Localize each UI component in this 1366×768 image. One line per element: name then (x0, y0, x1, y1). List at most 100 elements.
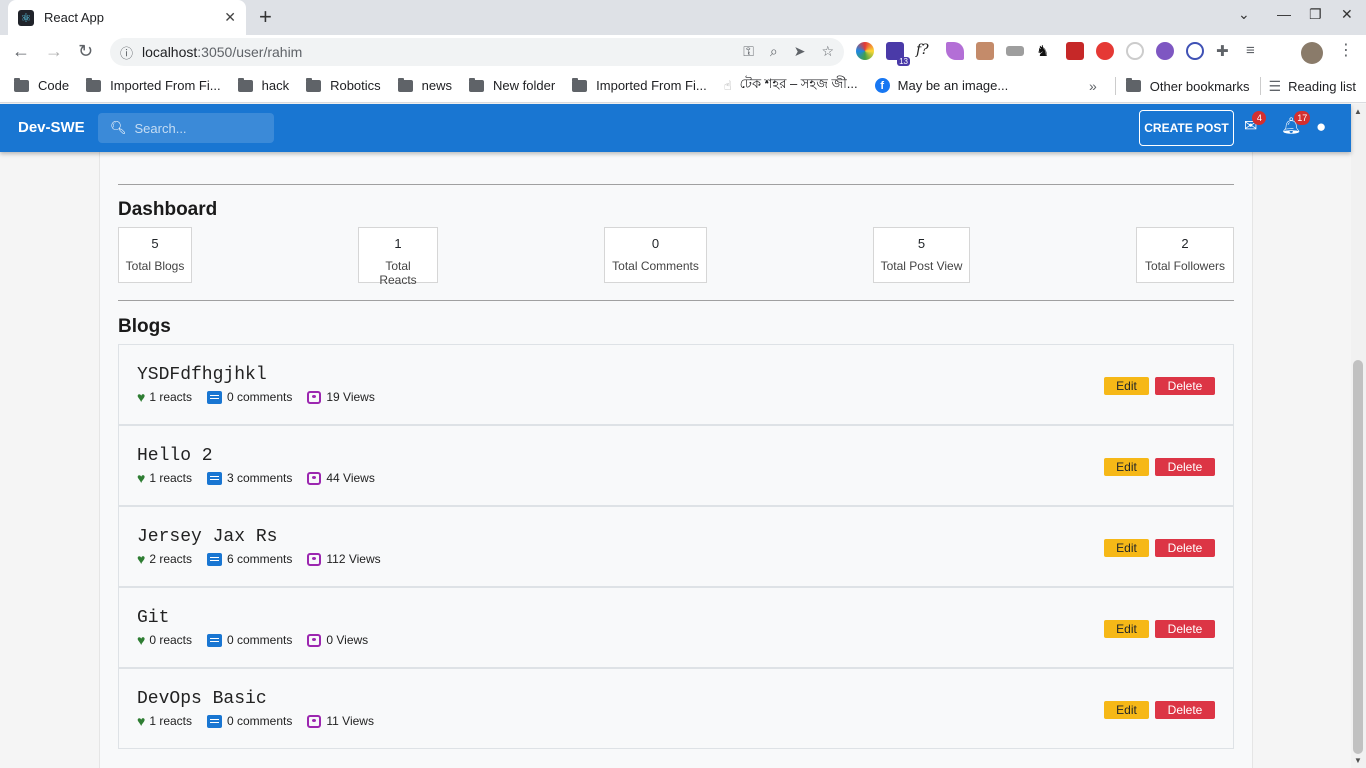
key-icon[interactable]: ⚿ (743, 43, 754, 60)
browser-menu-icon[interactable]: ⋮ (1338, 40, 1354, 60)
other-bookmarks[interactable]: Other bookmarks (1125, 78, 1250, 94)
edit-button[interactable]: Edit (1104, 377, 1149, 395)
notifications-icon[interactable]: 🔔︎ 17 (1281, 111, 1311, 135)
delete-button[interactable]: Delete (1155, 620, 1215, 638)
info-icon[interactable]: ⓘ (120, 43, 133, 62)
bookmark-link[interactable]: ☝ টেক শহর – সহজ জী... (724, 75, 858, 96)
profile-card: Dashboard 5 Total Blogs 1 Total Reacts 0… (99, 152, 1253, 768)
views-count: 44 Views (326, 471, 375, 485)
browser-toolbar: ← → ↻ ⓘ localhost:3050/user/rahim ⚿ ⌕ ➤ … (0, 35, 1366, 69)
search-box[interactable]: 🔍︎ (98, 113, 275, 143)
scroll-down-icon[interactable]: ▼ (1354, 756, 1362, 765)
url-text[interactable]: localhost:3050/user/rahim (142, 44, 302, 60)
address-bar[interactable]: ⓘ localhost:3050/user/rahim ⚿ ⌕ ➤ ☆ (110, 38, 844, 66)
heart-icon: ♥ (137, 551, 146, 567)
feather-extension-icon[interactable] (946, 42, 964, 60)
reading-list[interactable]: ☰ Reading list (1269, 78, 1357, 95)
heart-icon: ♥ (137, 470, 146, 486)
bookmark-link[interactable]: f May be an image... (874, 78, 1008, 93)
purple-extension-icon[interactable] (1156, 42, 1174, 60)
search-icon: 🔍︎ (110, 120, 127, 135)
reacts-count: 2 reacts (149, 552, 192, 566)
close-window-icon[interactable]: ✕ (1341, 6, 1353, 23)
bookmark-folder[interactable]: New folder (469, 77, 555, 93)
blogs-title: Blogs (118, 316, 171, 337)
blog-title[interactable]: Jersey Jax Rs (137, 527, 277, 547)
blog-title[interactable]: YSDFdfhgjhkl (137, 365, 267, 385)
bookmark-folder[interactable]: Imported From Fi... (86, 77, 221, 93)
create-post-button[interactable]: CREATE POST (1139, 110, 1234, 146)
comments-count: 0 comments (227, 714, 293, 728)
blog-item: Git ♥ 0 reacts 0 comments 0 Views Edit De… (118, 587, 1234, 668)
media-list-icon[interactable]: ≡ (1246, 42, 1264, 60)
scroll-up-icon[interactable]: ▲ (1354, 107, 1362, 116)
delete-button[interactable]: Delete (1155, 701, 1215, 719)
page-scrollbar[interactable]: ▲ ▼ (1351, 104, 1366, 768)
graduation-extension-icon[interactable]: 13 (886, 42, 910, 66)
stat-total-blogs: 5 Total Blogs (118, 227, 192, 283)
bookmark-folder[interactable]: news (397, 77, 452, 93)
blog-item: Jersey Jax Rs ♥ 2 reacts 6 comments 112 V… (118, 506, 1234, 587)
blog-meta: ♥ 1 reacts 0 comments 19 Views (137, 389, 390, 405)
close-tab-icon[interactable]: ✕ (224, 9, 236, 26)
puzzle-extensions-icon[interactable]: ✚ (1216, 42, 1234, 60)
heart-icon: ♥ (137, 713, 146, 729)
delete-button[interactable]: Delete (1155, 539, 1215, 557)
comments-count: 6 comments (227, 552, 293, 566)
edit-button[interactable]: Edit (1104, 701, 1149, 719)
edit-button[interactable]: Edit (1104, 458, 1149, 476)
minimize-icon[interactable]: — (1277, 6, 1291, 22)
scrollbar-thumb[interactable] (1353, 360, 1363, 754)
views-count: 19 Views (326, 390, 375, 404)
folder-icon (14, 77, 29, 92)
blog-title[interactable]: DevOps Basic (137, 689, 267, 709)
font-extension-icon[interactable]: f? (916, 42, 934, 60)
bookmark-folder[interactable]: Imported From Fi... (572, 77, 707, 93)
blog-meta: ♥ 2 reacts 6 comments 112 Views (137, 551, 396, 567)
send-icon[interactable]: ➤ (794, 43, 806, 60)
edit-button[interactable]: Edit (1104, 539, 1149, 557)
comments-count: 0 comments (227, 390, 293, 404)
blog-meta: ♥ 0 reacts 0 comments 0 Views (137, 632, 383, 648)
search-input[interactable] (134, 120, 275, 136)
color-picker-extension-icon[interactable] (856, 42, 874, 60)
star-icon[interactable]: ☆ (821, 43, 834, 60)
hand-extension-icon[interactable] (1096, 42, 1114, 60)
gnome-extension-icon[interactable]: ♞ (1036, 42, 1054, 60)
brand-logo[interactable]: Dev-SWE (18, 119, 85, 136)
spiral-extension-icon[interactable] (1186, 42, 1204, 60)
reload-icon[interactable]: ↻ (78, 41, 93, 61)
forward-arrow-icon[interactable]: → (45, 41, 63, 61)
views-count: 11 Views (326, 714, 374, 728)
blog-title[interactable]: Git (137, 608, 169, 628)
comment-icon (207, 633, 222, 647)
bookmark-folder[interactable]: Robotics (306, 77, 381, 93)
back-arrow-icon[interactable]: ← (12, 41, 30, 61)
browser-tab-strip: ⚛ React App ✕ + ⌄ — ❐ ✕ (0, 0, 1366, 35)
bookmark-folder[interactable]: Code (14, 77, 69, 93)
circle-extension-icon[interactable] (1126, 42, 1144, 60)
chart-extension-icon[interactable] (1006, 46, 1024, 56)
account-icon[interactable]: ● (1316, 118, 1326, 135)
mail-icon[interactable]: ✉ 4 (1244, 111, 1267, 135)
blog-item: YSDFdfhgjhkl ♥ 1 reacts 0 comments 19 Vie… (118, 344, 1234, 425)
views-count: 0 Views (326, 633, 369, 647)
edit-button[interactable]: Edit (1104, 620, 1149, 638)
profile-avatar[interactable] (1301, 42, 1323, 64)
comment-icon (207, 714, 222, 728)
views-icon (307, 471, 322, 485)
tab-search-chevron-icon[interactable]: ⌄ (1238, 6, 1250, 23)
new-tab-icon[interactable]: + (259, 6, 272, 28)
more-bookmarks-icon[interactable]: » (1089, 78, 1097, 94)
zoom-icon[interactable]: ⌕ (770, 43, 778, 60)
delete-button[interactable]: Delete (1155, 458, 1215, 476)
maximize-icon[interactable]: ❐ (1309, 6, 1322, 23)
dashboard-title: Dashboard (118, 199, 218, 220)
folder-icon (1125, 78, 1141, 92)
red-square-extension-icon[interactable] (1066, 42, 1084, 60)
blog-title[interactable]: Hello 2 (137, 446, 213, 466)
delete-button[interactable]: Delete (1155, 377, 1215, 395)
browser-tab[interactable]: ⚛ React App ✕ (8, 0, 246, 35)
bookmark-folder[interactable]: hack (237, 77, 289, 93)
image-extension-icon[interactable] (976, 42, 994, 60)
